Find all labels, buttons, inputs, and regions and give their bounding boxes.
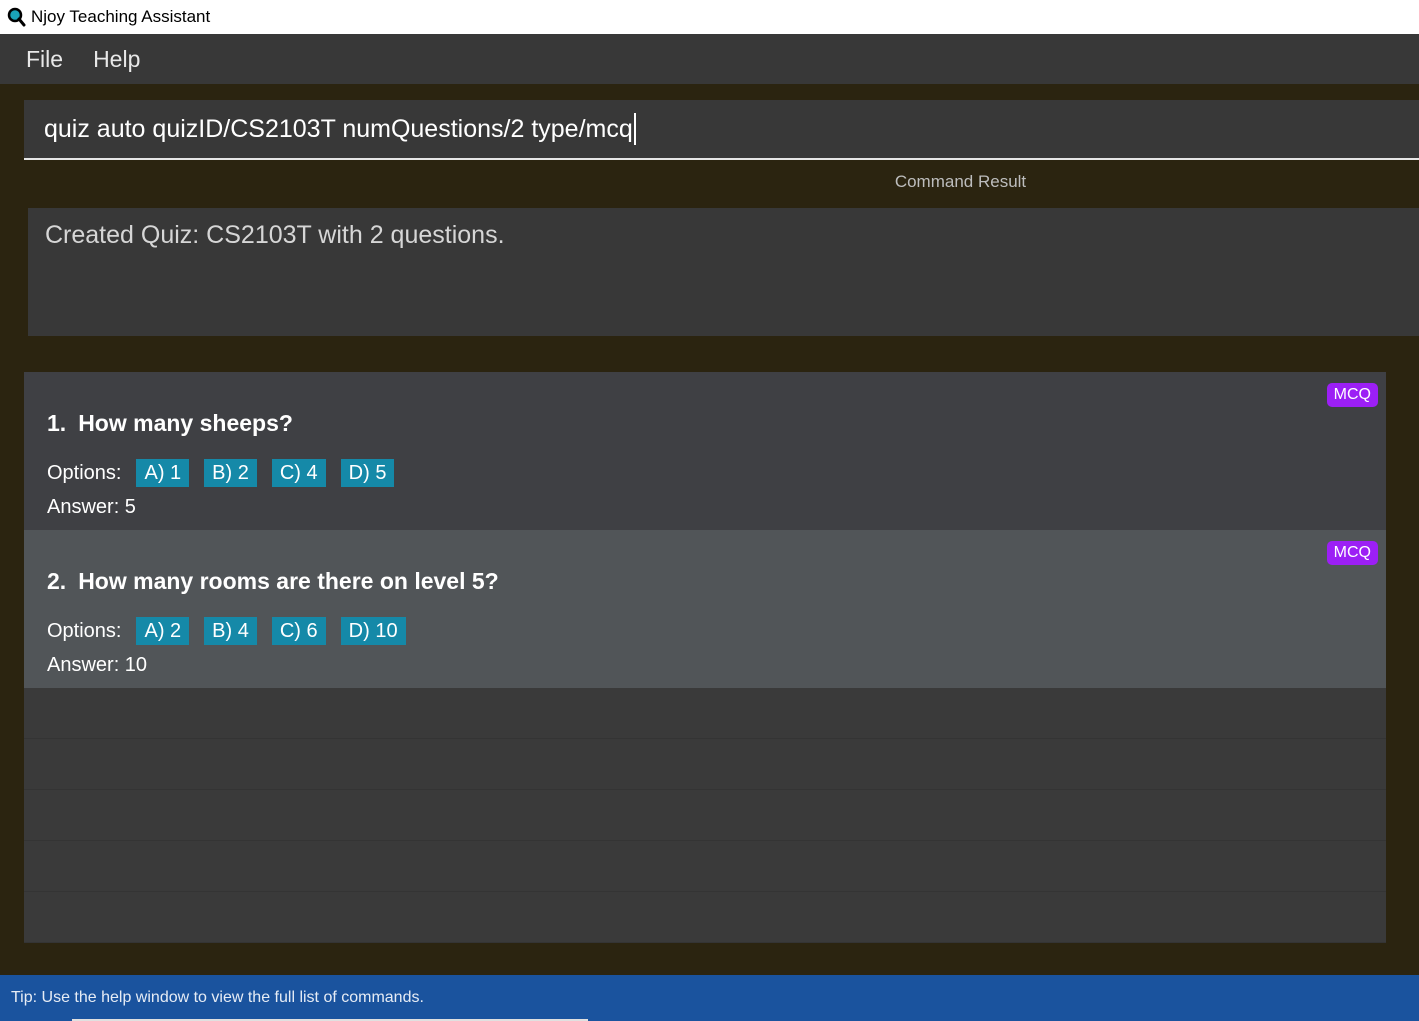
status-tip: Tip: Use the help window to view the ful… <box>11 989 424 1006</box>
question-card[interactable]: MCQ 1. How many sheeps? Options: A) 1 B) … <box>24 372 1386 530</box>
command-result-text: Created Quiz: CS2103T with 2 questions. <box>45 221 505 249</box>
command-result-header: Command Result <box>894 172 1027 191</box>
window-title: Njoy Teaching Assistant <box>31 7 211 26</box>
option-chip: A) 2 <box>136 617 190 645</box>
question-number: 2. <box>47 568 67 594</box>
question-text: How many rooms are there on level 5? <box>78 568 499 594</box>
option-chip: B) 4 <box>204 617 257 645</box>
option-chip: D) 5 <box>340 459 395 487</box>
option-chip: D) 10 <box>340 617 406 645</box>
menu-bar: File Help <box>0 34 1419 84</box>
question-answer: Answer: 5 <box>47 496 136 518</box>
command-input-text[interactable]: quiz auto quizID/CS2103T numQuestions/2 … <box>44 115 633 144</box>
question-type-badge: MCQ <box>1326 541 1378 565</box>
option-chip: B) 2 <box>204 459 257 487</box>
empty-list-row <box>24 688 1386 739</box>
question-type-badge: MCQ <box>1326 383 1378 407</box>
menu-file[interactable]: File <box>24 44 65 75</box>
option-chip: A) 1 <box>136 459 190 487</box>
options-label: Options: <box>47 461 122 484</box>
question-list[interactable]: MCQ 1. How many sheeps? Options: A) 1 B) … <box>24 372 1386 943</box>
status-bar: Tip: Use the help window to view the ful… <box>0 975 1419 1021</box>
empty-list-row <box>24 790 1386 841</box>
question-options: Options: A) 2 B) 4 C) 6 D) 10 <box>47 617 421 645</box>
question-text: How many sheeps? <box>78 410 293 436</box>
magnifier-icon <box>2 0 28 34</box>
options-label: Options: <box>47 619 122 642</box>
question-title: 1. How many sheeps? <box>47 410 293 437</box>
empty-list-row <box>24 841 1386 892</box>
question-number: 1. <box>47 410 67 436</box>
title-bar: Njoy Teaching Assistant <box>0 0 1419 34</box>
command-input[interactable]: quiz auto quizID/CS2103T numQuestions/2 … <box>24 100 1419 160</box>
question-card[interactable]: MCQ 2. How many rooms are there on level … <box>24 530 1386 688</box>
option-chip: C) 4 <box>271 459 326 487</box>
empty-list-row <box>24 739 1386 790</box>
menu-help[interactable]: Help <box>91 44 142 75</box>
empty-list-row <box>24 892 1386 943</box>
text-caret <box>633 113 636 145</box>
question-title: 2. How many rooms are there on level 5? <box>47 568 499 595</box>
question-options: Options: A) 1 B) 2 C) 4 D) 5 <box>47 459 409 487</box>
command-result-box[interactable]: Created Quiz: CS2103T with 2 questions. <box>28 208 1419 336</box>
option-chip: C) 6 <box>271 617 326 645</box>
question-answer: Answer: 10 <box>47 654 148 676</box>
